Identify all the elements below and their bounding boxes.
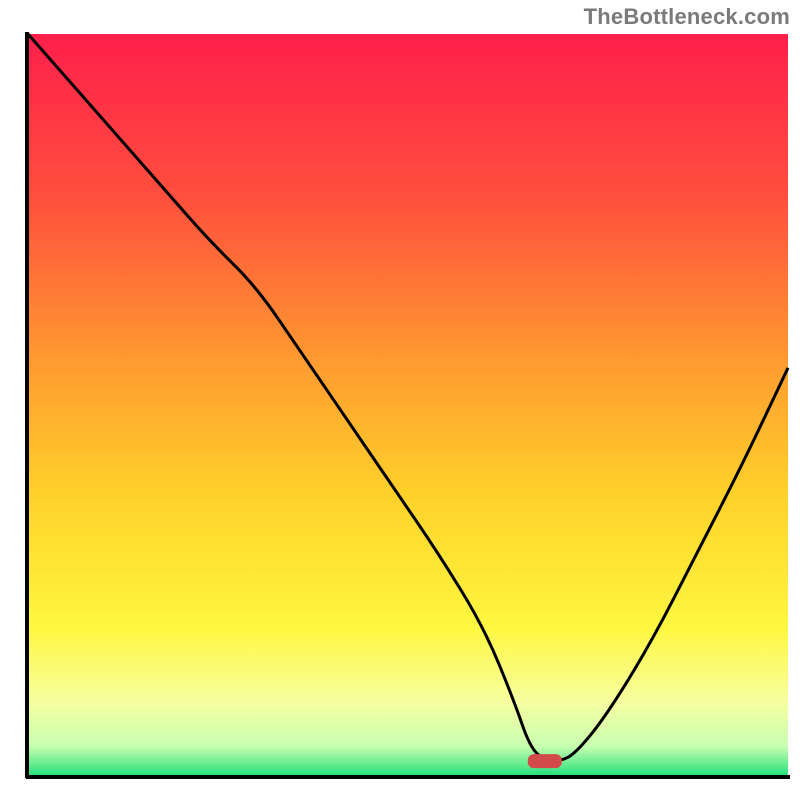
plot-background xyxy=(28,34,788,776)
watermark-text: TheBottleneck.com xyxy=(584,4,790,30)
bottleneck-chart xyxy=(0,0,800,800)
optimal-marker xyxy=(528,754,562,768)
